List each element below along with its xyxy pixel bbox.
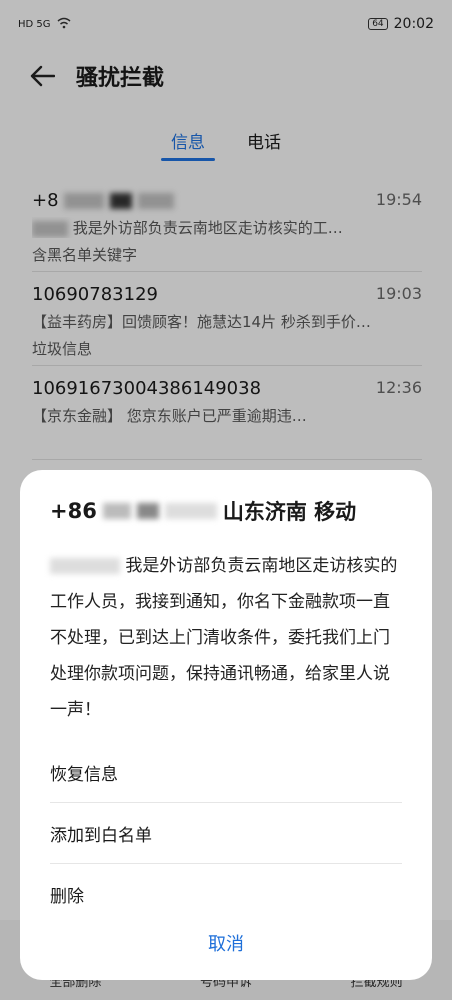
restore-message-button[interactable]: 恢复信息 — [50, 742, 402, 803]
message-full-text: 我是外访部负责云南地区走访核实的工作人员，我接到通知，你名下金融款项一直不处理，… — [50, 556, 398, 720]
add-to-whitelist-button[interactable]: 添加到白名单 — [50, 803, 402, 864]
delete-button[interactable]: 删除 — [50, 864, 402, 924]
sheet-title: +86 山东济南 移动 — [50, 499, 357, 524]
message-action-sheet: +86 山东济南 移动 我是外访部负责云南地区走访核实的工作人员，我接到通知，你… — [20, 470, 432, 980]
cancel-button[interactable]: 取消 — [20, 930, 432, 956]
